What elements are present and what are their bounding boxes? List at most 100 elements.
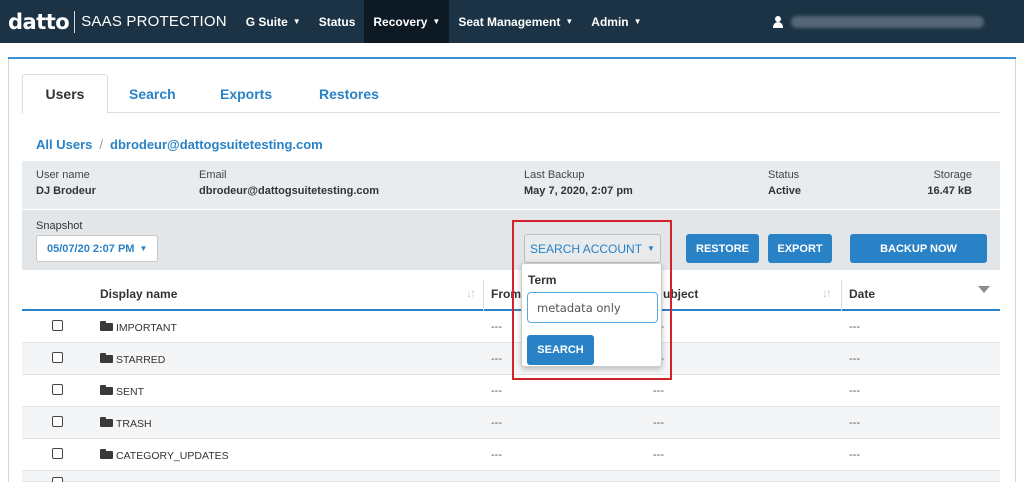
nav-admin[interactable]: Admin ▼ xyxy=(582,0,650,43)
table-row[interactable] xyxy=(22,471,1000,482)
backup-now-button[interactable]: BACKUP NOW xyxy=(850,234,987,263)
snapshot-bar: Snapshot 05/07/20 2:07 PM ▼ SEARCH ACCOUN… xyxy=(22,210,1000,270)
nav-recovery[interactable]: Recovery ▼ xyxy=(364,0,450,43)
info-username: User name DJ Brodeur xyxy=(36,169,96,197)
user-icon xyxy=(772,15,784,28)
info-storage: Storage 16.47 kB xyxy=(927,169,972,197)
row-date: --- xyxy=(849,321,860,333)
user-info-bar: User name DJ Brodeur Email dbrodeur@datt… xyxy=(22,161,1000,209)
row-from: --- xyxy=(491,353,502,365)
snapshot-value: 05/07/20 2:07 PM xyxy=(47,242,135,255)
row-checkbox[interactable] xyxy=(52,416,63,427)
table-row[interactable]: TRASH --- --- --- xyxy=(22,407,1000,439)
logo-wordmark: datto xyxy=(8,9,70,34)
user-email-blurred xyxy=(791,15,984,28)
row-date: --- xyxy=(849,385,860,397)
col-display-name[interactable]: Display name xyxy=(100,287,177,301)
datto-logo[interactable]: datto SAAS PROTECTION xyxy=(0,0,227,43)
nav-admin-label: Admin xyxy=(591,14,629,29)
row-display-name: STARRED xyxy=(116,354,166,366)
content-frame-left xyxy=(8,59,9,482)
status-value: Active xyxy=(768,185,802,197)
sort-icon[interactable]: ↓↑ xyxy=(466,286,476,300)
table-row[interactable]: CATEGORY_UPDATES --- --- --- xyxy=(22,439,1000,471)
row-date: --- xyxy=(849,449,860,461)
nav-seat-management-label: Seat Management xyxy=(458,14,561,29)
row-subject: --- xyxy=(653,385,664,397)
table-row[interactable]: IMPORTANT --- --- --- xyxy=(22,311,1000,343)
breadcrumb-current-user[interactable]: dbrodeur@dattogsuitetesting.com xyxy=(110,137,323,152)
highlight-annotation-box xyxy=(512,220,672,380)
top-navbar: datto SAAS PROTECTION G Suite ▼ Status Re… xyxy=(0,0,1024,43)
tab-users[interactable]: Users xyxy=(22,74,108,114)
export-button[interactable]: EXPORT xyxy=(768,234,832,263)
chevron-down-icon: ▼ xyxy=(139,244,148,253)
row-subject: --- xyxy=(653,417,664,429)
row-checkbox[interactable] xyxy=(52,352,63,363)
tab-search[interactable]: Search xyxy=(129,74,176,113)
logo-divider xyxy=(74,10,76,33)
email-label: Email xyxy=(199,169,227,181)
breadcrumb-all-users[interactable]: All Users xyxy=(36,137,92,152)
row-checkbox[interactable] xyxy=(52,477,63,482)
tab-exports[interactable]: Exports xyxy=(220,74,272,113)
row-checkbox[interactable] xyxy=(52,384,63,395)
sort-desc-icon[interactable] xyxy=(978,286,990,293)
breadcrumb: All Users / dbrodeur@dattogsuitetesting.… xyxy=(36,137,323,152)
folder-icon xyxy=(100,385,113,395)
username-label: User name xyxy=(36,169,90,181)
nav-gsuite-label: G Suite xyxy=(245,14,288,29)
info-last-backup: Last Backup May 7, 2020, 2:07 pm xyxy=(524,169,633,197)
row-checkbox[interactable] xyxy=(52,320,63,331)
nav-recovery-label: Recovery xyxy=(373,14,428,29)
chevron-down-icon: ▼ xyxy=(432,17,441,26)
column-divider xyxy=(483,280,484,311)
table-row[interactable]: SENT --- --- --- xyxy=(22,375,1000,407)
snapshot-label: Snapshot xyxy=(36,220,83,232)
table-row[interactable]: STARRED --- --- --- xyxy=(22,343,1000,375)
row-display-name: SENT xyxy=(116,386,145,398)
breadcrumb-separator: / xyxy=(99,137,103,152)
content-frame-right xyxy=(1015,59,1016,482)
column-divider xyxy=(841,280,842,311)
product-name: SAAS PROTECTION xyxy=(81,13,227,30)
folder-icon xyxy=(100,449,113,459)
username-value: DJ Brodeur xyxy=(36,185,96,197)
row-date: --- xyxy=(849,417,860,429)
chevron-down-icon: ▼ xyxy=(565,17,574,26)
table-header: Display name ↓↑ From ubject ↓↑ Date xyxy=(22,271,1000,311)
nav-status-label: Status xyxy=(318,14,356,29)
chevron-down-icon: ▼ xyxy=(633,17,642,26)
folder-icon xyxy=(100,353,113,363)
row-display-name: TRASH xyxy=(116,418,152,430)
row-from: --- xyxy=(491,449,502,461)
restore-button[interactable]: RESTORE xyxy=(686,234,759,263)
user-menu[interactable] xyxy=(772,0,984,43)
nav-status[interactable]: Status xyxy=(310,0,365,43)
nav-seat-management[interactable]: Seat Management ▼ xyxy=(449,0,582,43)
nav-gsuite[interactable]: G Suite ▼ xyxy=(237,0,310,43)
folder-icon xyxy=(100,417,113,427)
col-date[interactable]: Date xyxy=(849,287,875,301)
info-email: Email dbrodeur@dattogsuitetesting.com xyxy=(199,169,379,197)
storage-value: 16.47 kB xyxy=(927,185,972,197)
last-backup-label: Last Backup xyxy=(524,169,585,181)
sort-icon[interactable]: ↓↑ xyxy=(822,286,832,300)
row-from: --- xyxy=(491,385,502,397)
row-checkbox[interactable] xyxy=(52,448,63,459)
storage-label: Storage xyxy=(933,169,972,181)
row-display-name: CATEGORY_UPDATES xyxy=(116,450,229,462)
row-date: --- xyxy=(849,353,860,365)
row-from: --- xyxy=(491,417,502,429)
last-backup-value: May 7, 2020, 2:07 pm xyxy=(524,185,633,197)
tab-restores[interactable]: Restores xyxy=(319,74,379,113)
row-from: --- xyxy=(491,321,502,333)
tab-bar: Users Search Exports Restores xyxy=(22,74,1000,114)
folder-icon xyxy=(100,321,113,331)
row-subject: --- xyxy=(653,449,664,461)
chevron-down-icon: ▼ xyxy=(292,17,301,26)
content-top-rule xyxy=(8,57,1016,59)
status-label: Status xyxy=(768,169,800,181)
row-display-name: IMPORTANT xyxy=(116,322,177,334)
snapshot-select[interactable]: 05/07/20 2:07 PM ▼ xyxy=(36,235,158,262)
